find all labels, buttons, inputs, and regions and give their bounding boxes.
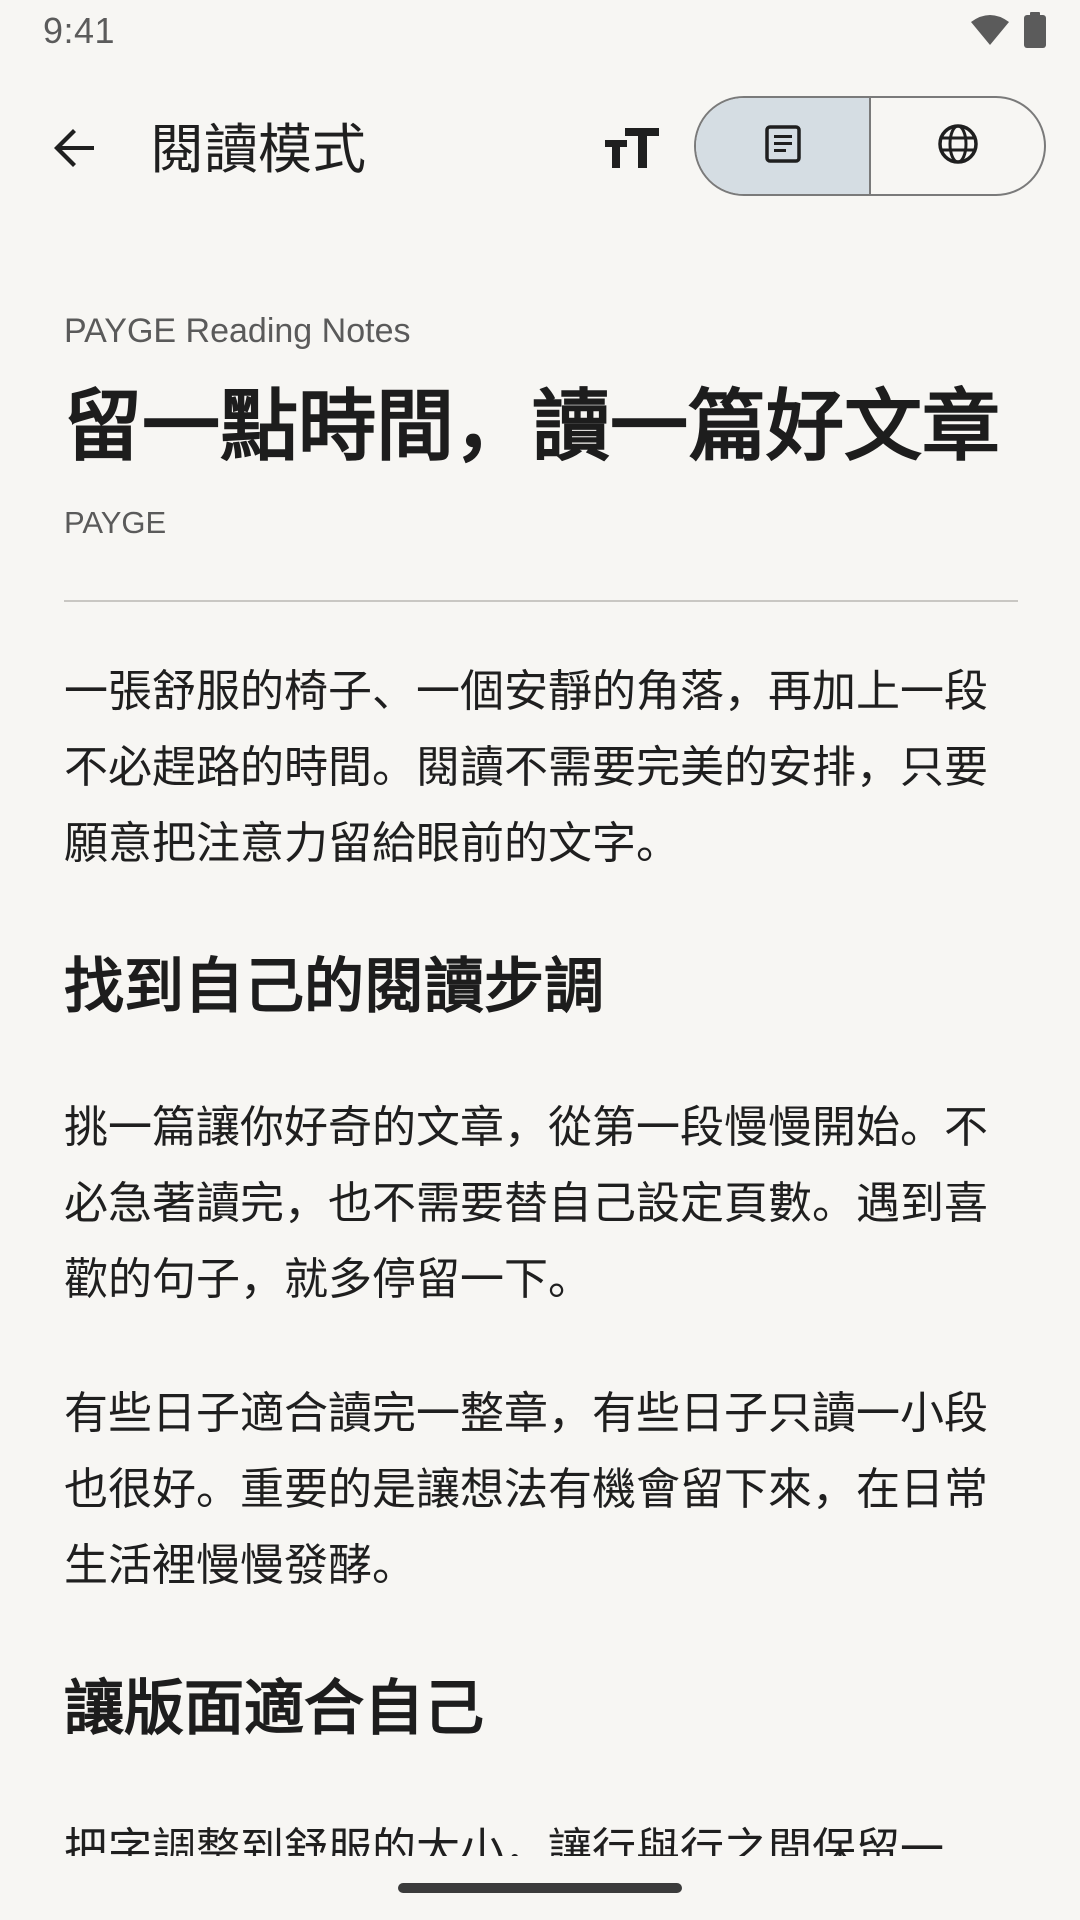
gesture-handle[interactable] xyxy=(398,1883,682,1893)
body-paragraph: 挑一篇讓你好奇的文章，從第一段慢慢開始。不必急著讀完，也不需要替自己設定頁數。遇… xyxy=(64,1102,988,1305)
intro-paragraph: 一張舒服的椅子、一個安靜的角落，再加上一段不必趕路的時間。閱讀不需要完美的安排，… xyxy=(64,666,988,869)
article-content: PAYGE Reading Notes 留一點時間，讀一篇好文章 PAYGE 一… xyxy=(64,300,1018,1888)
status-bar: 9:41 xyxy=(0,0,1080,62)
app-title: 閱讀模式 xyxy=(150,118,366,181)
web-view-icon xyxy=(937,123,979,169)
text-size-icon xyxy=(605,126,659,174)
section-heading: 讓版面適合自己 xyxy=(64,1674,484,1744)
reader-view-button[interactable] xyxy=(696,98,869,194)
text-size-button[interactable] xyxy=(590,112,674,188)
wifi-icon xyxy=(970,14,1010,50)
section-heading: 找到自己的閱讀步調 xyxy=(64,952,604,1022)
battery-icon xyxy=(1024,12,1046,52)
app-bar: 閱讀模式 xyxy=(0,92,1080,204)
arrow-back-icon xyxy=(50,124,98,176)
view-mode-toggle xyxy=(694,96,1046,196)
article-title: 留一點時間，讀一篇好文章 xyxy=(64,381,1001,472)
status-time: 9:41 xyxy=(43,10,116,51)
web-view-button[interactable] xyxy=(871,98,1044,194)
body-paragraph: 有些日子適合讀完一整章，有些日子只讀一小段也很好。重要的是讓想法有機會留下來，在… xyxy=(64,1388,988,1591)
back-button[interactable] xyxy=(32,108,116,192)
reader-screen: 9:41 閱讀模式 PAYGE Reading Notes 留一點時間，讀一篇好… xyxy=(0,0,1080,1920)
header-divider xyxy=(64,600,1018,602)
site-name: PAYGE Reading Notes xyxy=(64,312,411,350)
reader-view-icon xyxy=(763,124,803,168)
article-author: PAYGE xyxy=(64,505,167,540)
status-icons xyxy=(970,12,1046,52)
